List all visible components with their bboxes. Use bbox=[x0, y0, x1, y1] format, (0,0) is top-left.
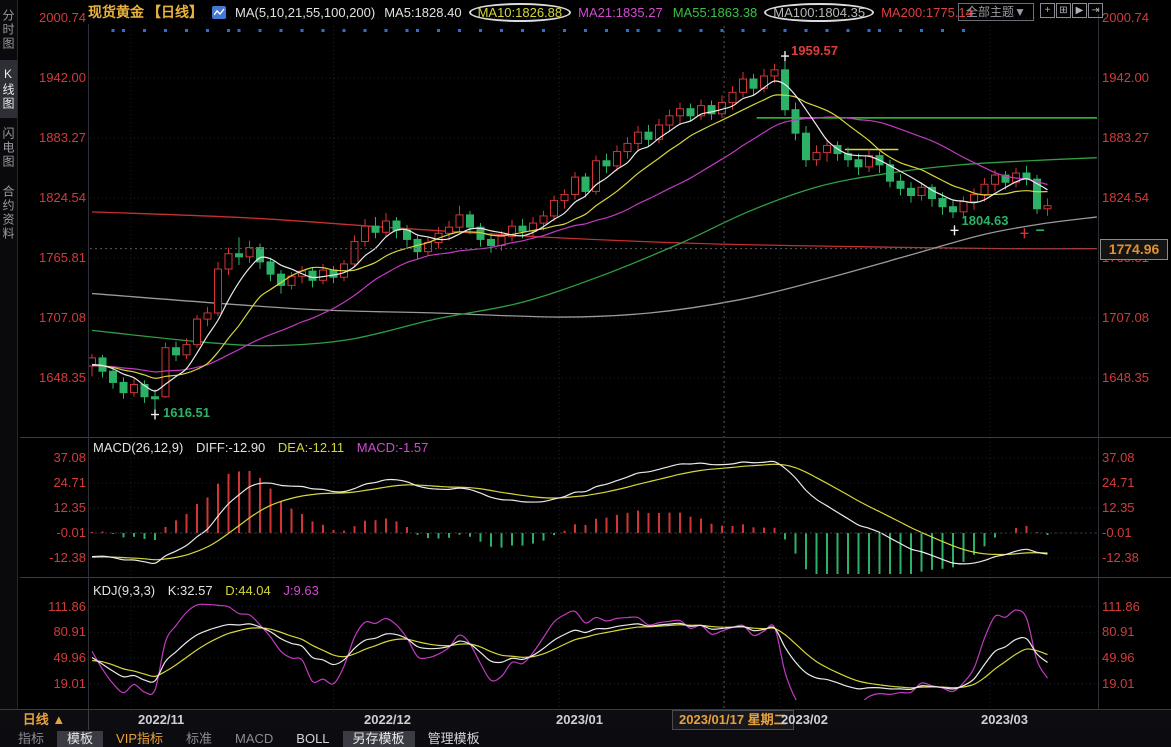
sidebar-item-3[interactable]: 闪电图 bbox=[0, 120, 17, 176]
macd-tick-right: -0.01 bbox=[1102, 525, 1168, 541]
macd-tick-right: -12.38 bbox=[1102, 550, 1168, 566]
macd-header: MACD(26,12,9) DIFF:-12.90 DEA:-12.11 MAC… bbox=[93, 440, 437, 455]
price-tick-left: 1648.35 bbox=[22, 370, 86, 386]
ma-value-2: MA10:1826.88 bbox=[469, 3, 572, 22]
tab-1[interactable]: 指标 bbox=[8, 731, 54, 747]
price-tick-right: 2000.74 bbox=[1102, 10, 1168, 26]
price-tick-left: 1765.81 bbox=[22, 250, 86, 266]
ma-value-5: MA100:1804.35 bbox=[764, 3, 874, 22]
price-tick-left: 1942.00 bbox=[22, 70, 86, 86]
chart-type-icon bbox=[212, 6, 226, 19]
price-tick-right: 1824.54 bbox=[1102, 190, 1168, 206]
kdj-tick-right: 111.86 bbox=[1102, 599, 1168, 615]
period-selector[interactable]: 日线 ▲ bbox=[0, 710, 89, 730]
theme-dropdown-button[interactable]: 全部主题▼ bbox=[958, 3, 1034, 21]
crosshair-price-tag: 1774.96 bbox=[1100, 239, 1168, 260]
kdj-title: KDJ(9,3,3) bbox=[93, 583, 155, 598]
price-tick-left: 1883.27 bbox=[22, 130, 86, 146]
crosshair-date-tag: 2023/01/17 星期二 bbox=[672, 710, 794, 730]
ma-value-3: MA21:1835.27 bbox=[578, 5, 663, 20]
date-axis: 日线 ▲ 2022/11 2022/12 2023/01 2023/01/17 星期二… bbox=[0, 709, 1171, 731]
price-tick-left: 2000.74 bbox=[22, 10, 86, 26]
split-layout-icon[interactable]: ⊞ bbox=[1056, 3, 1071, 18]
kdj-header: KDJ(9,3,3) K:32.57 D:44.04 J:9.63 bbox=[93, 583, 328, 598]
swing-low-annotation: 1804.63 bbox=[962, 213, 1009, 228]
tab-8[interactable]: 管理模板 bbox=[418, 731, 490, 747]
ma-value-4: MA55:1863.38 bbox=[673, 5, 758, 20]
date-label-5: 2023/02 bbox=[781, 711, 828, 729]
price-tick-left: 1824.54 bbox=[22, 190, 86, 206]
high-annotation: 1959.57 bbox=[791, 43, 838, 58]
kdj-tick-left: 80.91 bbox=[22, 624, 86, 640]
kdj-tick-left: 19.01 bbox=[22, 676, 86, 692]
kdj-tick-left: 49.96 bbox=[22, 650, 86, 666]
tab-2[interactable]: 模板 bbox=[57, 731, 103, 747]
pan-tool-icon[interactable]: + bbox=[1040, 3, 1055, 18]
sidebar-item-1[interactable]: 分时图 bbox=[0, 2, 17, 58]
macd-diff-value: DIFF:-12.90 bbox=[196, 440, 265, 455]
period-tag: 【日线】 bbox=[147, 2, 203, 22]
price-tick-right: 1883.27 bbox=[1102, 130, 1168, 146]
tab-6[interactable]: BOLL bbox=[286, 731, 339, 747]
ma-values: MA5:1828.40 MA10:1826.88 MA21:1835.27 MA55:… bbox=[384, 5, 973, 20]
tab-4[interactable]: 标准 bbox=[176, 731, 222, 747]
macd-tick-right: 12.35 bbox=[1102, 500, 1168, 516]
macd-tick-left: 24.71 bbox=[22, 475, 86, 491]
kdj-k-value: K:32.57 bbox=[168, 583, 213, 598]
kdj-tick-right: 49.96 bbox=[1102, 650, 1168, 666]
kdj-tick-right: 80.91 bbox=[1102, 624, 1168, 640]
symbol-name: 现货黄金 bbox=[88, 2, 144, 22]
date-label-3: 2023/01 bbox=[556, 711, 603, 729]
kdj-j-value: J:9.63 bbox=[283, 583, 318, 598]
macd-title: MACD(26,12,9) bbox=[93, 440, 183, 455]
bottom-tab-bar: 指标模板VIP指标标准MACDBOLL另存模板管理模板 bbox=[0, 730, 1171, 747]
date-label-2: 2022/12 bbox=[364, 711, 411, 729]
macd-tick-right: 24.71 bbox=[1102, 475, 1168, 491]
macd-tick-left: 37.08 bbox=[22, 450, 86, 466]
macd-macd-value: MACD:-1.57 bbox=[357, 440, 429, 455]
price-tick-right: 1942.00 bbox=[1102, 70, 1168, 86]
kdj-d-value: D:44.04 bbox=[225, 583, 271, 598]
tab-7[interactable]: 另存模板 bbox=[343, 731, 415, 747]
macd-tick-right: 37.08 bbox=[1102, 450, 1168, 466]
tab-out-icon[interactable]: ⇥ bbox=[1088, 3, 1103, 18]
chart-canvas[interactable] bbox=[0, 0, 1171, 747]
sidebar-item-4[interactable]: 合约资料 bbox=[0, 178, 17, 248]
macd-tick-left: -12.38 bbox=[22, 550, 86, 566]
price-tick-right: 1707.08 bbox=[1102, 310, 1168, 326]
low-annotation: 1616.51 bbox=[163, 405, 210, 420]
kdj-tick-right: 19.01 bbox=[1102, 676, 1168, 692]
macd-dea-value: DEA:-12.11 bbox=[278, 440, 344, 455]
tab-3[interactable]: VIP指标 bbox=[106, 731, 173, 747]
price-tick-left: 1707.08 bbox=[22, 310, 86, 326]
play-panel-icon[interactable]: ▶ bbox=[1072, 3, 1087, 18]
sidebar-item-2[interactable]: K线图 bbox=[0, 60, 17, 118]
kdj-tick-left: 111.86 bbox=[22, 599, 86, 615]
tab-5[interactable]: MACD bbox=[225, 731, 283, 747]
legend-bar: 现货黄金 【日线】 MA(5,10,21,55,100,200) MA5:182… bbox=[88, 0, 973, 24]
chart-type-sidebar: 分时图 K线图闪电图合约资料 bbox=[0, 0, 18, 710]
macd-tick-left: 12.35 bbox=[22, 500, 86, 516]
ma-value-1: MA5:1828.40 bbox=[384, 5, 461, 20]
date-label-1: 2022/11 bbox=[138, 711, 184, 729]
price-tick-right: 1648.35 bbox=[1102, 370, 1168, 386]
ma-settings-label: MA(5,10,21,55,100,200) bbox=[235, 5, 375, 20]
macd-tick-left: -0.01 bbox=[22, 525, 86, 541]
date-label-6: 2023/03 bbox=[981, 711, 1028, 729]
kline-chart-app: 分时图 K线图闪电图合约资料 现货黄金 【日线】 MA(5,10,21,55,10… bbox=[0, 0, 1171, 747]
